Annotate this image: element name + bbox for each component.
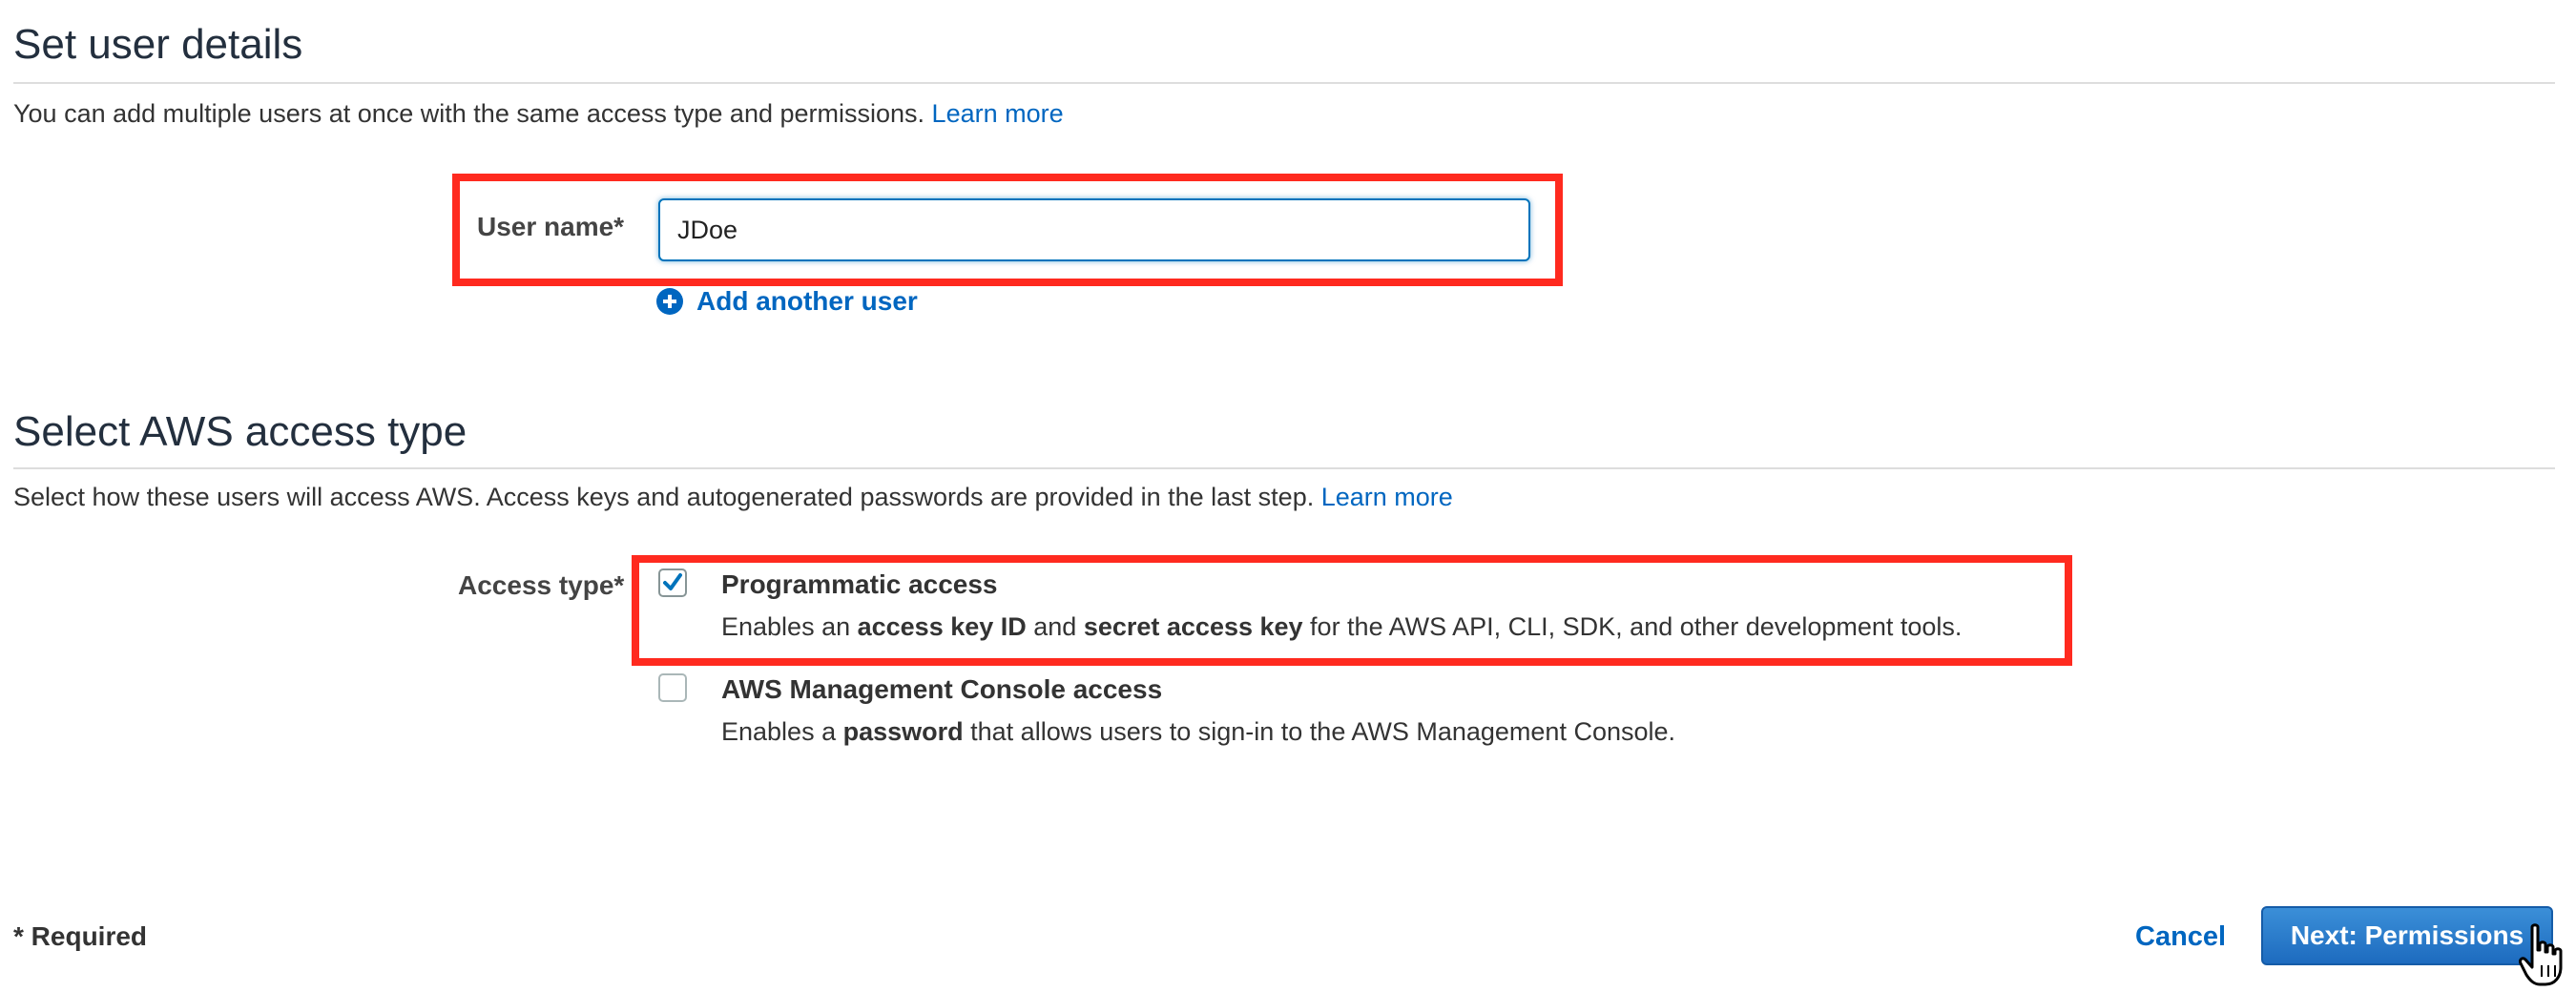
next-permissions-button[interactable]: Next: Permissions [2261, 906, 2553, 965]
plus-circle-icon [656, 288, 683, 315]
desc-text: for the AWS API, CLI, SDK, and other dev… [1302, 612, 1963, 641]
user-name-label: User name* [477, 212, 625, 241]
programmatic-access-checkbox[interactable] [658, 568, 687, 597]
hand-pointer-icon [2519, 923, 2563, 986]
programmatic-access-title: Programmatic access [721, 569, 998, 599]
learn-more-link-access-type[interactable]: Learn more [1321, 483, 1453, 511]
section-divider [13, 467, 2555, 469]
access-type-description: Select how these users will access AWS. … [13, 483, 1453, 512]
section-title-access-type: Select AWS access type [13, 408, 467, 455]
access-type-label: Access type* [458, 570, 625, 600]
user-details-description: You can add multiple users at once with … [13, 99, 1064, 129]
console-access-description: Enables a password that allows users to … [721, 717, 1675, 747]
desc-bold-access-key-id: access key ID [857, 612, 1027, 641]
user-details-description-text: You can add multiple users at once with … [13, 99, 925, 128]
desc-text: and [1026, 612, 1084, 641]
desc-text: Enables a [721, 717, 843, 746]
required-note: * Required [13, 921, 148, 951]
checkmark-icon [663, 573, 682, 590]
access-type-description-text: Select how these users will access AWS. … [13, 483, 1315, 511]
add-another-user-link[interactable]: Add another user [656, 286, 918, 317]
iam-add-user-page: Set user details You can add multiple us… [0, 0, 2576, 992]
desc-text: Enables an [721, 612, 858, 641]
desc-bold-secret-access-key: secret access key [1083, 612, 1303, 641]
add-another-user-label: Add another user [696, 286, 918, 316]
desc-bold-password: password [842, 717, 964, 746]
console-access-title: AWS Management Console access [721, 674, 1163, 704]
programmatic-access-description: Enables an access key ID and secret acce… [721, 612, 1962, 642]
section-title-user-details: Set user details [13, 21, 303, 68]
desc-text: that allows users to sign-in to the AWS … [963, 717, 1676, 746]
console-access-checkbox[interactable] [658, 673, 687, 702]
cancel-button[interactable]: Cancel [2135, 921, 2226, 953]
section-divider [13, 82, 2555, 84]
user-name-input[interactable] [658, 198, 1530, 261]
learn-more-link-user-details[interactable]: Learn more [932, 99, 1064, 128]
